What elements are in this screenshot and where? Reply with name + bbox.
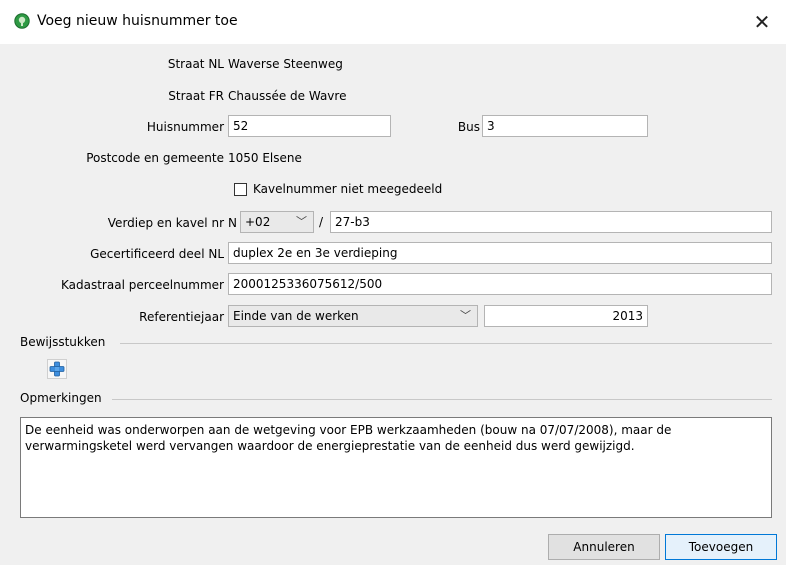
close-icon: ✕ — [753, 10, 771, 34]
bewijsstukken-title: Bewijsstukken — [20, 335, 106, 349]
verdiep-separator: / — [319, 215, 324, 229]
straat-nl-label: Straat NL — [167, 57, 224, 71]
chevron-down-icon: ﹀ — [460, 309, 471, 322]
add-button[interactable]: Toevoegen — [665, 534, 777, 560]
floor-select-value: +02 — [245, 215, 271, 229]
straat-fr-value: Chaussée de Wavre — [228, 89, 347, 103]
opmerkingen-title: Opmerkingen — [20, 391, 102, 405]
straat-nl-value: Waverse Steenweg — [228, 57, 343, 71]
close-button[interactable]: ✕ — [748, 8, 776, 36]
floor-select[interactable]: +02 ﹀ — [240, 211, 314, 233]
bus-input[interactable] — [482, 115, 648, 137]
title-bar: Voeg nieuw huisnummer toe ✕ — [0, 0, 786, 44]
chevron-down-icon: ﹀ — [296, 215, 307, 228]
opmerkingen-divider — [112, 399, 772, 400]
verdiep-label: Verdiep en kavel nr — [107, 216, 224, 230]
huisnummer-input[interactable] — [228, 115, 391, 137]
opmerkingen-textarea[interactable]: De eenheid was onderworpen aan de wetgev… — [20, 417, 772, 518]
kadastraal-label: Kadastraal perceelnummer — [60, 278, 224, 292]
referentiejaar-year-input[interactable] — [484, 305, 648, 327]
dialog-content: Straat NL Waverse Steenweg Straat FR Cha… — [0, 44, 786, 565]
kavel-input[interactable] — [330, 211, 772, 233]
window-title: Voeg nieuw huisnummer toe — [37, 13, 238, 29]
referentiejaar-select[interactable]: Einde van de werken ﹀ — [228, 305, 478, 327]
verdiep-prefix: N — [228, 216, 237, 230]
kavelnummer-checkbox[interactable] — [234, 183, 247, 196]
gecertificeerd-input[interactable] — [228, 242, 772, 264]
add-attachment-icon[interactable] — [47, 359, 67, 379]
straat-fr-label: Straat FR — [168, 89, 224, 103]
referentiejaar-select-value: Einde van de werken — [233, 309, 359, 323]
kavelnummer-checkbox-label: Kavelnummer niet meegedeeld — [253, 182, 443, 196]
gecertificeerd-label: Gecertificeerd deel NL — [90, 247, 224, 261]
cancel-button[interactable]: Annuleren — [548, 534, 660, 560]
app-icon — [14, 13, 30, 29]
referentiejaar-label: Referentiejaar — [139, 310, 224, 324]
bus-label: Bus — [457, 120, 480, 134]
kadastraal-input[interactable] — [228, 273, 772, 295]
bewijsstukken-divider — [120, 343, 772, 344]
postcode-label: Postcode en gemeente — [86, 151, 224, 165]
huisnummer-label: Huisnummer — [146, 120, 224, 134]
postcode-value: 1050 Elsene — [228, 151, 302, 165]
